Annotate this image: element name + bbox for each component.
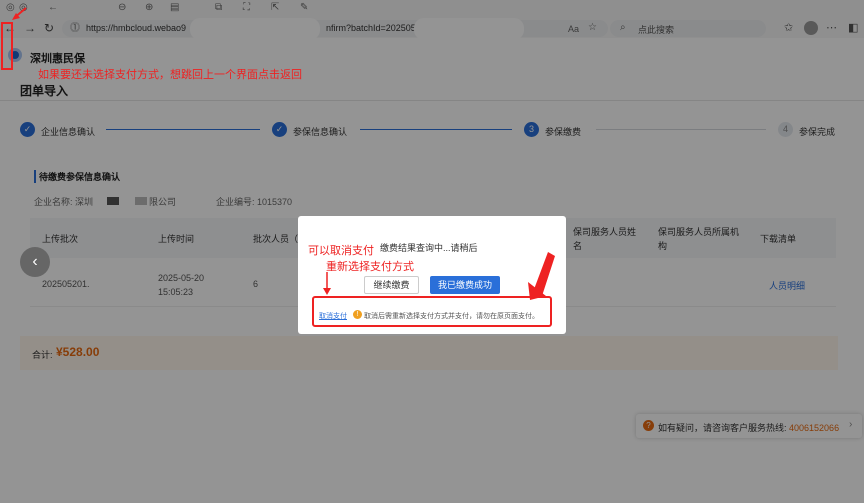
annotation-arrowhead bbox=[323, 288, 331, 295]
annotation-arrows bbox=[12, 7, 555, 300]
